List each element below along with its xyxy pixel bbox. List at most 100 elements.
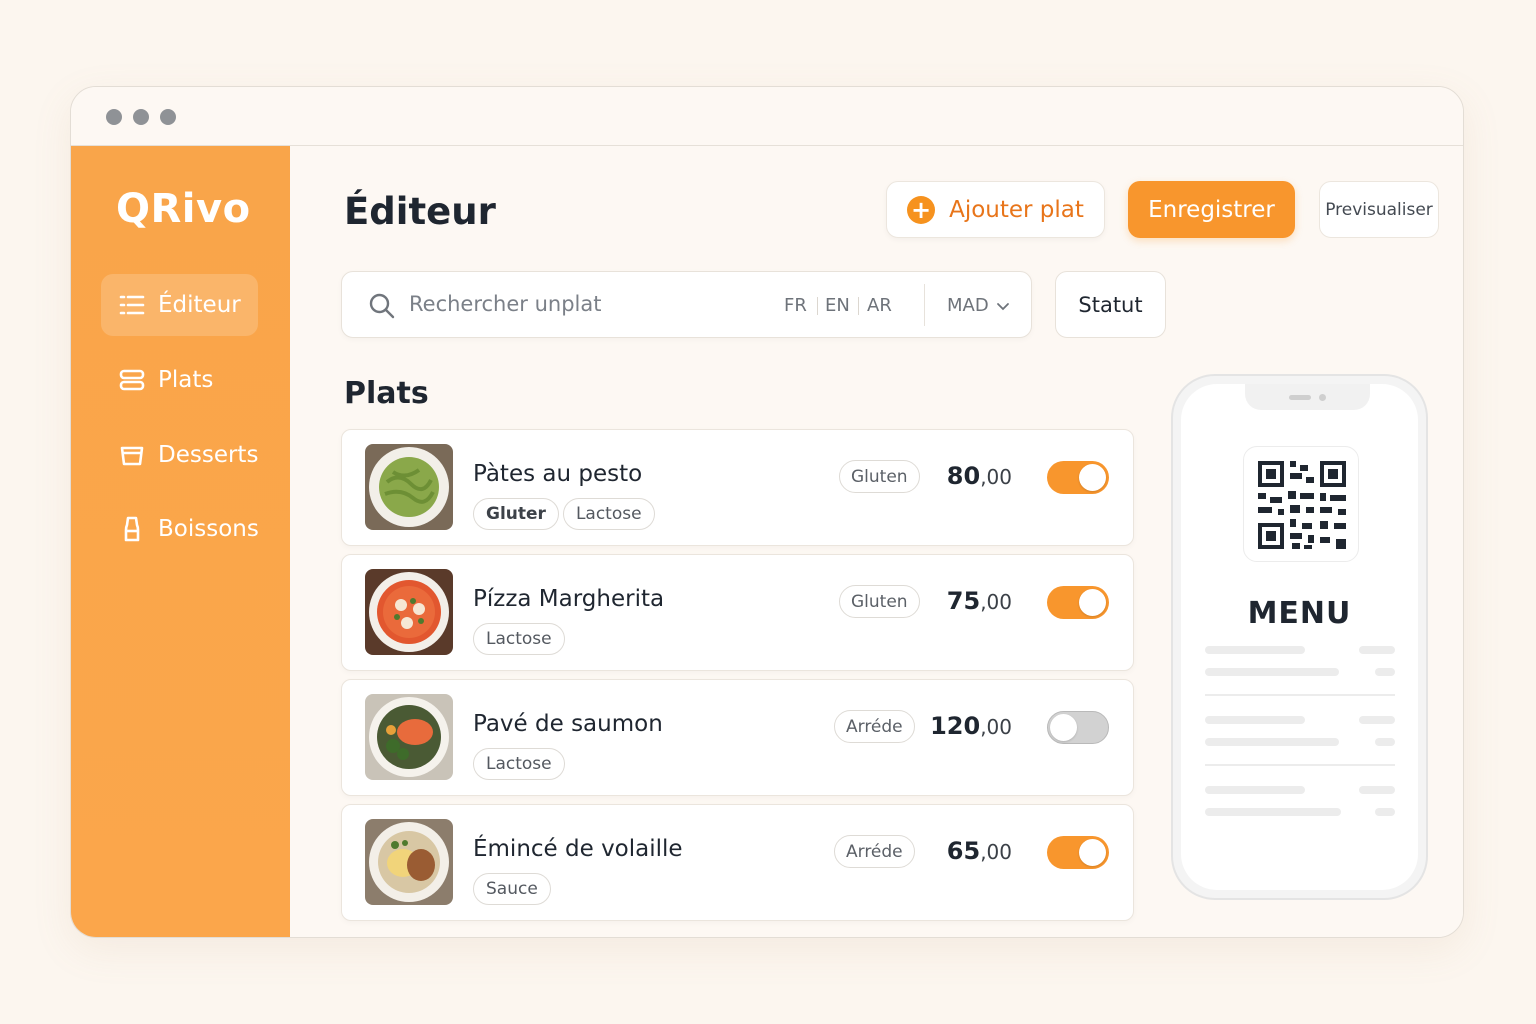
allergen-tag[interactable]: Gluter: [473, 498, 559, 530]
placeholder-line: [1205, 808, 1341, 816]
currency-value: MAD: [947, 295, 989, 316]
preview-button[interactable]: Previsualiser: [1319, 181, 1439, 238]
window-control-dot[interactable]: [160, 109, 176, 125]
placeholder-line: [1205, 716, 1305, 724]
dish-photo: [365, 569, 453, 655]
price-cents: ,00: [980, 715, 1012, 739]
app-window: QRivo Éditeur Plats Desserts Boissons Éd…: [70, 86, 1464, 938]
divider: [924, 284, 925, 326]
allergen-tags: Gluter Lactose: [473, 498, 655, 530]
placeholder-line: [1359, 716, 1395, 724]
drink-icon: [119, 516, 145, 542]
dish-price[interactable]: 75,00: [947, 587, 1012, 615]
dish-price[interactable]: 120,00: [930, 712, 1012, 740]
dish-name: Pàtes au pesto: [473, 461, 643, 487]
dish-price[interactable]: 65,00: [947, 837, 1012, 865]
dish-name: Émincé de volaille: [473, 836, 683, 862]
placeholder-line: [1375, 668, 1395, 676]
availability-toggle[interactable]: [1047, 461, 1109, 494]
dish-card[interactable]: Pízza Margherita Lactose Gluten 75,00: [341, 554, 1134, 671]
dessert-icon: [119, 442, 145, 468]
window-control-dot[interactable]: [106, 109, 122, 125]
add-dish-label: Ajouter plat: [949, 196, 1084, 223]
section-title: Plats: [344, 376, 429, 411]
allergen-tags: Lactose: [473, 748, 565, 780]
availability-toggle[interactable]: [1047, 836, 1109, 869]
divider: [817, 297, 818, 315]
plus-icon: +: [907, 195, 936, 224]
sidebar-item-label: Plats: [158, 367, 214, 393]
price-int: 75: [946, 587, 981, 615]
divider: [1205, 694, 1395, 696]
price-cents: ,00: [980, 840, 1012, 864]
lang-ar[interactable]: AR: [867, 295, 892, 316]
phone-preview: MENU: [1171, 374, 1428, 900]
sidebar-item-boissons[interactable]: Boissons: [101, 498, 259, 560]
placeholder-line: [1375, 738, 1395, 746]
dish-card[interactable]: Pavé de saumon Lactose Arréde 120,00: [341, 679, 1134, 796]
availability-toggle[interactable]: [1047, 586, 1109, 619]
dish-name: Pízza Margherita: [473, 586, 665, 612]
sidebar-item-editeur[interactable]: Éditeur: [101, 274, 258, 336]
sidebar: QRivo Éditeur Plats Desserts Boissons: [71, 146, 290, 937]
search-icon: [368, 292, 396, 320]
dish-icon: [119, 367, 145, 393]
list-icon: [119, 292, 145, 318]
placeholder-line: [1205, 786, 1305, 794]
placeholder-line: [1205, 646, 1305, 654]
search-input[interactable]: Rechercher unplat: [409, 292, 602, 316]
price-int: 120: [930, 712, 981, 740]
allergen-tags: Sauce: [473, 873, 551, 905]
placeholder-line: [1375, 808, 1395, 816]
phone-screen: MENU: [1181, 384, 1418, 890]
sidebar-item-plats[interactable]: Plats: [101, 349, 258, 411]
dish-name: Pavé de saumon: [473, 711, 663, 737]
price-cents: ,00: [980, 590, 1012, 614]
phone-notch: [1245, 384, 1370, 410]
availability-toggle[interactable]: [1047, 711, 1109, 744]
sidebar-item-desserts[interactable]: Desserts: [101, 424, 258, 486]
dish-photo: [365, 444, 453, 530]
lang-en[interactable]: EN: [825, 295, 850, 316]
dish-card[interactable]: Pàtes au pesto Gluter Lactose Gluten 80,…: [341, 429, 1134, 546]
status-filter-button[interactable]: Statut: [1055, 271, 1166, 338]
toggle-knob: [1050, 714, 1077, 741]
currency-select[interactable]: MAD: [947, 295, 1011, 316]
search-bar[interactable]: Rechercher unplat FR EN AR MAD: [341, 271, 1032, 338]
sidebar-item-label: Éditeur: [158, 292, 241, 318]
dish-card[interactable]: Émincé de volaille Sauce Arréde 65,00: [341, 804, 1134, 921]
sidebar-item-label: Desserts: [158, 442, 259, 468]
placeholder-line: [1359, 786, 1395, 794]
qr-code-icon[interactable]: [1243, 446, 1359, 562]
status-badge[interactable]: Arréde: [834, 710, 915, 743]
app-logo: QRivo: [116, 186, 251, 232]
price-int: 65: [946, 837, 981, 865]
status-badge[interactable]: Gluten: [839, 460, 920, 493]
allergen-tag[interactable]: Sauce: [473, 873, 551, 905]
toggle-knob: [1079, 589, 1106, 616]
window-control-dot[interactable]: [133, 109, 149, 125]
dish-price[interactable]: 80,00: [947, 462, 1012, 490]
lang-fr[interactable]: FR: [784, 295, 807, 316]
status-badge[interactable]: Gluten: [839, 585, 920, 618]
placeholder-line: [1359, 646, 1395, 654]
chevron-down-icon: [996, 302, 1009, 310]
add-dish-button[interactable]: + Ajouter plat: [886, 181, 1105, 238]
status-badge[interactable]: Arréde: [834, 835, 915, 868]
sidebar-item-label: Boissons: [158, 516, 259, 542]
allergen-tag[interactable]: Lactose: [562, 498, 655, 530]
window-titlebar: [71, 87, 1463, 146]
divider: [858, 297, 859, 315]
placeholder-line: [1205, 738, 1339, 746]
divider: [1205, 764, 1395, 766]
allergen-tag[interactable]: Lactose: [473, 748, 565, 780]
save-button[interactable]: Enregistrer: [1128, 181, 1295, 238]
price-int: 80: [946, 462, 981, 490]
main-content: Éditeur + Ajouter plat Enregistrer Previ…: [290, 146, 1463, 937]
dish-photo: [365, 819, 453, 905]
toggle-knob: [1079, 464, 1106, 491]
price-cents: ,00: [980, 465, 1012, 489]
menu-label: MENU: [1247, 596, 1352, 631]
allergen-tag[interactable]: Lactose: [473, 623, 565, 655]
toggle-knob: [1079, 839, 1106, 866]
